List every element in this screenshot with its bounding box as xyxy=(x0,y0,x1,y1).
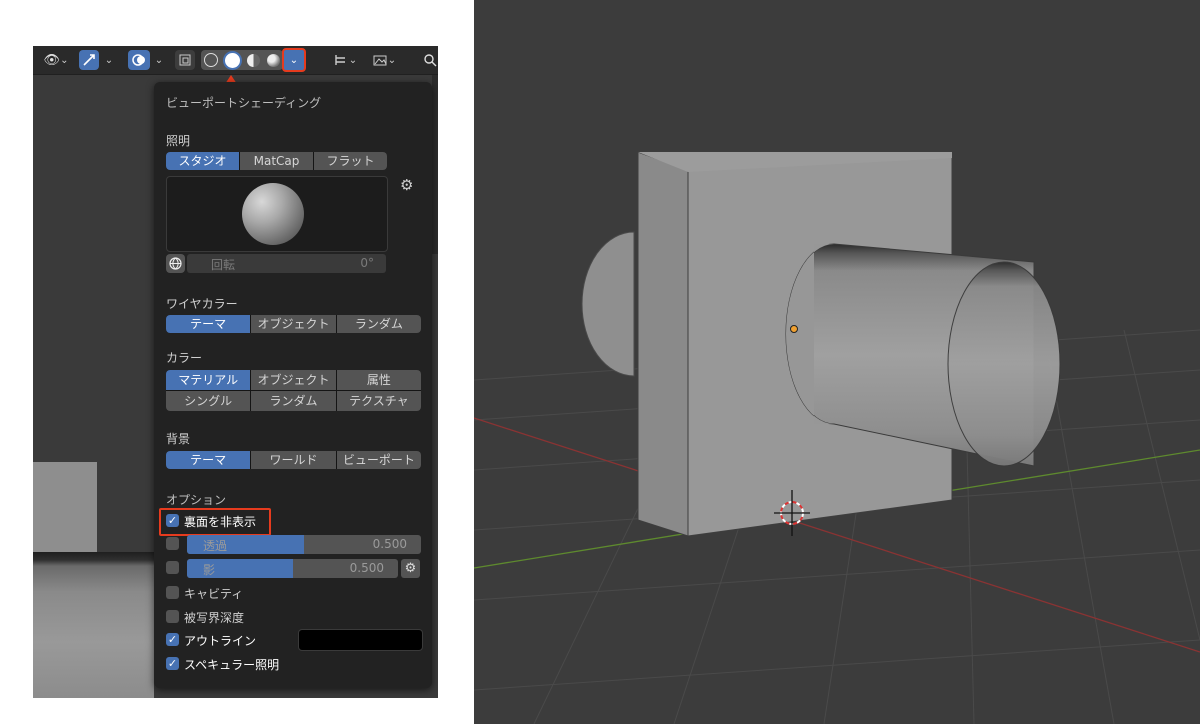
shadow-checkbox[interactable] xyxy=(166,561,179,574)
visibility-icon: 👁 xyxy=(43,52,61,68)
xray-toggle-button[interactable] xyxy=(175,50,195,70)
popover-title: ビューポートシェーディング xyxy=(166,96,322,110)
wire-color-segmented: テーマ オブジェクト ランダム xyxy=(166,315,421,333)
background-world-button[interactable]: ワールド xyxy=(251,451,336,469)
dof-label: 被写界深度 xyxy=(184,611,245,625)
chevron-down-icon: ⌄ xyxy=(60,54,69,66)
editor-type-button[interactable]: ⌄ xyxy=(330,50,360,70)
background-object-fragment xyxy=(33,462,97,552)
dof-checkbox[interactable] xyxy=(166,610,179,623)
color-attribute-button[interactable]: 属性 xyxy=(336,370,421,390)
visibility-button[interactable]: 👁 ⌄ xyxy=(39,50,73,70)
rendered-shading-icon[interactable] xyxy=(266,53,280,67)
overlay-icon xyxy=(132,54,145,66)
chevron-down-icon: ⌄ xyxy=(154,54,164,66)
image-menu-button[interactable]: ⌄ xyxy=(369,50,399,70)
color-texture-button[interactable]: テクスチャ xyxy=(336,391,421,411)
lighting-segmented: スタジオ MatCap フラット xyxy=(166,152,387,170)
xray-label: 透過 xyxy=(203,539,228,553)
shading-popover-button[interactable]: ⌄ xyxy=(282,48,306,72)
image-icon xyxy=(373,55,387,66)
color-single-button[interactable]: シングル xyxy=(166,391,251,411)
specular-label: スペキュラー照明 xyxy=(184,658,280,672)
lighting-studio-button[interactable]: スタジオ xyxy=(166,152,239,170)
lighting-flat-button[interactable]: フラット xyxy=(314,152,387,170)
shading-popover: ビューポートシェーディング 照明 スタジオ MatCap フラット ⚙ 回転 0… xyxy=(154,82,432,688)
rotation-label: 回転 xyxy=(211,258,236,272)
shadow-label: 影 xyxy=(203,563,216,577)
wire-color-theme-button[interactable]: テーマ xyxy=(166,315,251,333)
background-side-strip xyxy=(432,74,438,254)
background-theme-button[interactable]: テーマ xyxy=(166,451,251,469)
viewport-canvas xyxy=(474,151,1200,724)
color-material-button[interactable]: マテリアル xyxy=(166,370,251,390)
options-label: オプション xyxy=(166,493,227,507)
shadow-slider[interactable]: 影 0.500 xyxy=(187,559,398,578)
color-object-button[interactable]: オブジェクト xyxy=(251,370,336,390)
color-random-button[interactable]: ランダム xyxy=(251,391,336,411)
search-button[interactable] xyxy=(422,50,438,70)
overlay-toggle-button[interactable] xyxy=(128,50,150,70)
3d-viewport[interactable] xyxy=(474,0,1200,724)
lighting-label: 照明 xyxy=(166,134,191,148)
lighting-matcap-button[interactable]: MatCap xyxy=(240,152,313,170)
color-option-grid: マテリアル オブジェクト 属性 シングル ランダム テクスチャ xyxy=(166,370,421,411)
gizmo-icon xyxy=(83,54,95,66)
studio-light-preview[interactable] xyxy=(166,176,388,252)
cylinder-back-cap xyxy=(581,231,635,377)
solid-shading-icon[interactable] xyxy=(225,52,241,68)
chevron-down-icon: ⌄ xyxy=(104,54,114,66)
wire-color-label: ワイヤカラー xyxy=(166,297,238,311)
cavity-label: キャビティ xyxy=(184,587,244,601)
chevron-down-icon: ⌄ xyxy=(289,54,299,66)
gear-icon: ⚙ xyxy=(404,561,417,576)
material-shading-icon[interactable] xyxy=(246,53,260,67)
background-cylinder-fragment xyxy=(33,552,154,698)
shadow-value: 0.500 xyxy=(349,561,384,575)
backface-culling-checkbox[interactable] xyxy=(166,514,179,527)
outline-checkbox[interactable] xyxy=(166,633,179,646)
background-viewport-button[interactable]: ビューポート xyxy=(336,451,421,469)
outline-color-swatch[interactable] xyxy=(298,629,423,651)
cavity-checkbox[interactable] xyxy=(166,586,179,599)
background-segmented: テーマ ワールド ビューポート xyxy=(166,451,421,469)
world-space-lighting-toggle[interactable] xyxy=(166,254,185,273)
plate-side-face xyxy=(637,151,689,537)
backface-culling-label: 裏面を非表示 xyxy=(184,515,257,529)
rotation-field[interactable]: 回転 0° xyxy=(187,254,386,273)
gizmo-toggle-button[interactable] xyxy=(79,50,99,70)
gizmo-dropdown[interactable]: ⌄ xyxy=(101,50,117,70)
xray-slider[interactable]: 透過 0.500 xyxy=(187,535,421,554)
wireframe-shading-icon[interactable] xyxy=(204,53,219,67)
xray-value: 0.500 xyxy=(372,537,407,551)
background-label: 背景 xyxy=(166,432,191,446)
wire-color-random-button[interactable]: ランダム xyxy=(336,315,421,333)
lighting-settings-button[interactable]: ⚙ xyxy=(400,177,416,193)
rotation-value: 0° xyxy=(360,256,374,270)
gear-icon: ⚙ xyxy=(400,176,414,194)
outline-label: アウトライン xyxy=(184,634,257,648)
studio-sphere-preview xyxy=(242,183,304,245)
cylinder-front-shading xyxy=(947,261,1061,467)
object-origin-point xyxy=(790,325,798,333)
wire-color-object-button[interactable]: オブジェクト xyxy=(251,315,336,333)
shadow-settings-button[interactable]: ⚙ xyxy=(401,559,420,578)
left-screenshot: 👁 ⌄ ⌄ ⌄ ⌄ ⌄ ⌄ ビューポートシェーディング 照明 スタジオ MatC… xyxy=(33,46,438,698)
chevron-down-icon: ⌄ xyxy=(348,54,358,66)
viewport-header: 👁 ⌄ ⌄ ⌄ ⌄ ⌄ ⌄ xyxy=(33,46,438,75)
chevron-down-icon: ⌄ xyxy=(387,54,397,66)
color-label: カラー xyxy=(166,351,203,365)
xray-checkbox[interactable] xyxy=(166,537,179,550)
xray-icon xyxy=(179,54,191,66)
globe-icon xyxy=(169,257,182,270)
overlay-dropdown[interactable]: ⌄ xyxy=(151,50,167,70)
search-icon xyxy=(424,54,437,67)
shading-mode-group xyxy=(201,50,283,70)
specular-checkbox[interactable] xyxy=(166,657,179,670)
editor-type-icon xyxy=(335,55,345,65)
